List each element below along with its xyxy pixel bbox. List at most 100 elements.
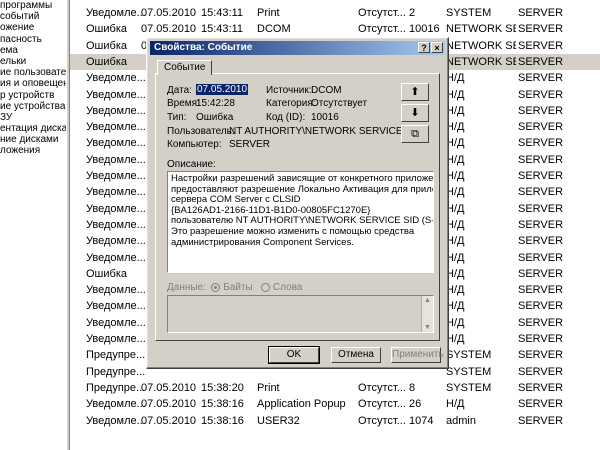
event-user: NETWORK SER... xyxy=(446,55,516,68)
event-computer: SERVER xyxy=(518,398,564,411)
cancel-button[interactable]: Отмена xyxy=(331,347,381,363)
event-type: Уведомле... xyxy=(86,300,146,313)
event-computer: SERVER xyxy=(518,381,564,394)
event-user: SYSTEM xyxy=(446,349,492,362)
scroll-down-icon[interactable]: ▼ xyxy=(422,323,433,332)
event-type: Уведомле... xyxy=(86,235,146,248)
event-type: Уведомле... xyxy=(86,137,146,150)
dialog-title: Свойства: Событие xyxy=(154,42,253,53)
event-type: Предупре... xyxy=(86,349,146,362)
code-value: 10016 xyxy=(311,112,339,123)
copy-button[interactable]: ⧉ xyxy=(401,125,429,143)
data-scrollbar[interactable]: ▲ ▼ xyxy=(421,296,433,332)
tree-item[interactable]: ия и оповещения пр xyxy=(0,78,66,89)
event-type: Уведомле... xyxy=(86,316,146,329)
apply-button[interactable]: Применить xyxy=(391,347,444,363)
event-type: Ошибка xyxy=(86,55,127,68)
event-computer: SERVER xyxy=(518,137,564,150)
event-type: Уведомле... xyxy=(86,284,146,297)
tree-item[interactable]: событий xyxy=(0,11,66,22)
tree-item[interactable]: ние дисками xyxy=(0,134,66,145)
category-label: Категория: xyxy=(266,98,316,109)
event-computer: SERVER xyxy=(518,153,564,166)
event-row[interactable]: iУведомле...07.05.201015:38:16Applicatio… xyxy=(70,396,600,412)
event-computer: SERVER xyxy=(518,235,564,248)
tree-item[interactable]: пасность xyxy=(0,34,66,45)
event-category: Отсутст... xyxy=(358,381,406,394)
words-radio[interactable] xyxy=(261,282,271,292)
event-date: 07.05.2010 xyxy=(141,23,197,36)
event-user: Н/Д xyxy=(446,398,465,411)
data-textbox[interactable]: ▲ ▼ xyxy=(167,295,434,333)
event-date: 07.05.2010 xyxy=(141,7,197,19)
event-user: NETWORK SER... xyxy=(446,39,516,52)
type-label: Тип: xyxy=(167,112,187,123)
tree-item[interactable]: р устройств xyxy=(0,90,66,101)
tree-item[interactable]: ожение xyxy=(0,22,66,33)
event-user: Н/Д xyxy=(446,333,465,345)
event-row[interactable]: ×Ошибка07.05.201015:43:11DCOMОтсутст...1… xyxy=(70,21,600,37)
event-computer: SERVER xyxy=(518,121,564,134)
event-time: 15:43:11 xyxy=(201,23,244,36)
event-time: 15:38:16 xyxy=(201,414,244,427)
tab-event[interactable]: Событие xyxy=(157,60,213,75)
event-properties-dialog: Свойства: Событие ? × Событие Дата: 07.0… xyxy=(146,37,449,369)
event-computer: SERVER xyxy=(518,300,564,313)
dialog-titlebar[interactable]: Свойства: Событие ? × xyxy=(150,41,445,55)
event-computer: SERVER xyxy=(518,72,564,85)
console-tree[interactable]: программы событий ожение пасность ема ельки ие… xyxy=(0,0,67,450)
scroll-up-icon[interactable]: ▲ xyxy=(422,296,433,305)
tree-item[interactable]: ие устройства xyxy=(0,101,66,112)
event-id: 2 xyxy=(409,7,416,19)
tree-item[interactable]: ема xyxy=(0,45,66,56)
event-type: Уведомле... xyxy=(86,202,146,215)
computer-value: SERVER xyxy=(229,139,270,150)
event-computer: SERVER xyxy=(518,170,564,182)
event-type: Уведомле... xyxy=(86,170,146,182)
description-line: Настройки разрешений зависящие от конкре… xyxy=(171,173,434,184)
user-label: Пользователь: xyxy=(167,126,235,137)
down-arrow-icon: ⬇ xyxy=(410,107,420,119)
description-textbox[interactable]: Настройки разрешений зависящие от конкре… xyxy=(167,171,434,273)
time-value: 15:42:28 xyxy=(196,98,235,109)
words-label: Слова xyxy=(272,282,303,293)
tree-item[interactable]: программы xyxy=(0,0,66,11)
source-label: Источник: xyxy=(266,85,312,96)
bytes-radio[interactable] xyxy=(211,282,221,292)
event-date: 07.05.2010 xyxy=(141,414,197,427)
event-row[interactable]: iУведомле...07.05.201015:38:16USER32Отсу… xyxy=(70,413,600,429)
tree-item[interactable]: ие пользователи xyxy=(0,67,66,78)
event-user: Н/Д xyxy=(446,72,465,85)
ok-button[interactable]: OK xyxy=(268,346,320,364)
help-button[interactable]: ? xyxy=(418,42,430,53)
tree-item[interactable]: ельки xyxy=(0,56,66,67)
event-computer: SERVER xyxy=(518,104,564,117)
event-time: 15:43:11 xyxy=(201,7,244,19)
event-row[interactable]: Предупре... 07.05.2010 15:38:20 Print Отсутс… xyxy=(70,380,600,396)
event-type: Ошибка xyxy=(86,267,127,280)
event-type: Уведомле... xyxy=(86,72,146,85)
event-type: Предупре... xyxy=(86,365,146,378)
event-category: Отсутст... xyxy=(358,7,406,19)
data-label: Данные: xyxy=(167,282,206,293)
up-arrow-icon: ⬆ xyxy=(410,86,420,98)
tree-item[interactable]: ентация диска xyxy=(0,123,66,134)
event-id: 26 xyxy=(409,398,422,411)
event-computer: SERVER xyxy=(518,333,564,345)
event-computer: SERVER xyxy=(518,39,564,52)
previous-event-button[interactable]: ⬆ xyxy=(401,83,429,101)
event-row[interactable]: iУведомле...07.05.201015:43:11PrintОтсут… xyxy=(70,5,600,21)
tree-item[interactable]: ЗУ xyxy=(0,112,66,123)
description-label: Описание: xyxy=(167,159,216,170)
user-value: NT AUTHORITY\NETWORK SERVICE xyxy=(229,126,403,137)
tree-item[interactable]: ложения xyxy=(0,145,66,156)
event-user: Н/Д xyxy=(446,104,465,117)
time-label: Время: xyxy=(167,98,200,109)
event-type: Уведомле... xyxy=(86,121,146,134)
event-computer: SERVER xyxy=(518,365,564,378)
next-event-button[interactable]: ⬇ xyxy=(401,104,429,122)
event-type: Уведомле... xyxy=(86,88,146,101)
close-button[interactable]: × xyxy=(431,42,443,53)
event-user: Н/Д xyxy=(446,186,465,199)
data-format-row: Данные: Байты Слова xyxy=(167,282,302,293)
